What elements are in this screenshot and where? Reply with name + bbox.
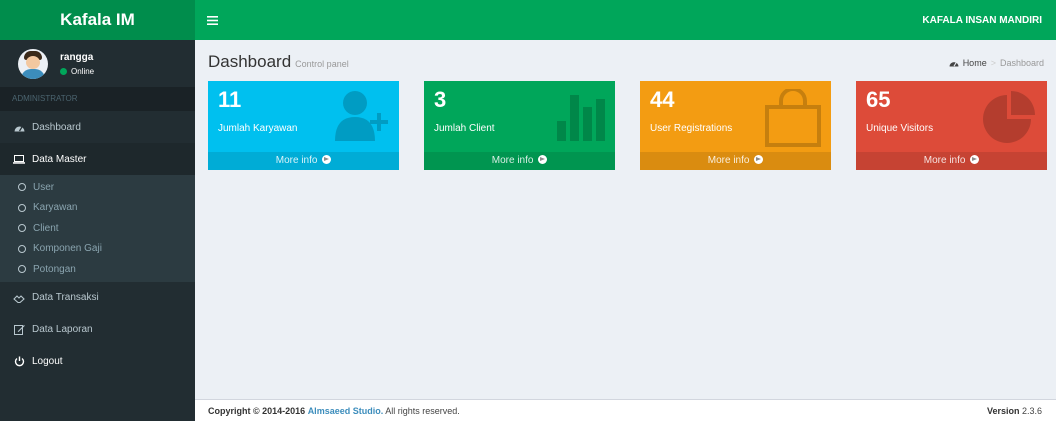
arrow-circle-right-icon	[538, 155, 548, 164]
sidebar-item-dashboard[interactable]: Dashboard	[0, 111, 195, 143]
circle-icon	[18, 224, 26, 233]
version-label: Version	[986, 405, 1020, 416]
company-name[interactable]: KAFALA INSAN MANDIRI	[922, 15, 1042, 26]
circle-icon	[18, 244, 26, 253]
sidebar-item-data-master[interactable]: Data Master	[0, 143, 195, 175]
handshake-icon	[12, 293, 26, 303]
sidebar-item-label: Data Master	[32, 153, 87, 165]
bars-icon	[207, 15, 218, 25]
more-info-label: More info	[923, 155, 966, 166]
submenu-data-master: User Karyawan Client Komponen Gaji Poton…	[0, 175, 195, 282]
pie-chart-icon	[983, 91, 1035, 143]
version-info: Version 2.3.6	[987, 406, 1042, 416]
bar-chart-icon	[557, 95, 605, 141]
shopping-bag-icon	[765, 89, 821, 147]
submenu-item-potongan[interactable]: Potongan	[0, 259, 195, 280]
more-info-link[interactable]: More info	[208, 152, 399, 170]
breadcrumb-home-link[interactable]: Home	[963, 58, 987, 68]
power-icon	[12, 356, 26, 367]
more-info-label: More info	[275, 155, 318, 166]
more-info-link[interactable]: More info	[640, 152, 831, 170]
sidebar-item-label: Data Transaksi	[32, 292, 99, 303]
rights-text: All rights reserved.	[385, 405, 460, 416]
stat-box-karyawan: 11 Jumlah Karyawan More info	[208, 81, 399, 170]
laptop-icon	[12, 154, 26, 164]
submenu-item-label: Komponen Gaji	[33, 243, 102, 255]
submenu-item-label: User	[33, 181, 55, 193]
page-subtitle: Control panel	[295, 59, 349, 69]
stat-box-client: 3 Jumlah Client More info	[424, 81, 615, 170]
user-name: rangga	[60, 51, 94, 63]
submenu-item-label: Karyawan	[33, 202, 78, 214]
sidebar-toggle-button[interactable]	[207, 13, 218, 28]
dashboard-icon	[12, 123, 26, 132]
app-logo[interactable]: Kafala IM	[0, 0, 195, 40]
sidebar: rangga Online ADMINISTRATOR Dashboard Da…	[0, 40, 195, 421]
sidebar-item-data-laporan[interactable]: Data Laporan	[0, 314, 195, 346]
top-navbar: KAFALA INSAN MANDIRI	[195, 0, 1056, 40]
submenu-item-label: Potongan	[33, 263, 76, 275]
dashboard-icon	[949, 62, 959, 67]
breadcrumb: Home > Dashboard	[949, 58, 1044, 68]
copyright-text: Copyright © 2014-2016 Almsaeed Studio. A…	[208, 406, 460, 416]
sidebar-section-header: ADMINISTRATOR	[0, 87, 195, 111]
sidebar-item-data-transaksi[interactable]: Data Transaksi	[0, 282, 195, 314]
submenu-item-label: Client	[33, 222, 59, 234]
breadcrumb-separator: >	[990, 58, 996, 68]
submenu-item-komponen-gaji[interactable]: Komponen Gaji	[0, 239, 195, 260]
stat-box-unique-visitors: 65 Unique Visitors More info	[856, 81, 1047, 170]
app-logo-text: Kafala IM	[60, 10, 135, 29]
sidebar-item-label: Dashboard	[32, 121, 81, 133]
more-info-link[interactable]: More info	[424, 152, 615, 170]
user-status-text: Online	[71, 66, 95, 76]
edit-icon	[12, 324, 26, 335]
more-info-label: More info	[491, 155, 534, 166]
user-status: Online	[60, 67, 94, 76]
circle-icon	[18, 203, 26, 212]
user-plus-icon	[335, 91, 388, 141]
sidebar-item-label: Data Laporan	[32, 324, 93, 335]
stat-box-user-registrations: 44 User Registrations More info	[640, 81, 831, 170]
sidebar-item-logout[interactable]: Logout	[0, 346, 195, 378]
sidebar-item-label: Logout	[32, 356, 63, 367]
more-info-link[interactable]: More info	[856, 152, 1047, 170]
main-footer: Copyright © 2014-2016 Almsaeed Studio. A…	[195, 399, 1056, 421]
circle-icon	[18, 265, 26, 274]
page-title-text: Dashboard	[208, 52, 292, 71]
version-number: 2.3.6	[1021, 405, 1042, 416]
user-panel: rangga Online	[0, 40, 195, 87]
submenu-item-client[interactable]: Client	[0, 218, 195, 239]
online-dot-icon	[60, 67, 67, 75]
arrow-circle-right-icon	[322, 155, 332, 164]
arrow-circle-right-icon	[754, 155, 764, 164]
more-info-label: More info	[707, 155, 750, 166]
arrow-circle-right-icon	[970, 155, 980, 164]
page-title: Dashboard Control panel	[208, 52, 349, 72]
breadcrumb-current: Dashboard	[999, 58, 1044, 68]
circle-icon	[18, 183, 26, 192]
company-link[interactable]: Almsaeed Studio.	[308, 406, 384, 416]
copyright-prefix: Copyright © 2014-2016	[208, 405, 306, 416]
avatar	[18, 48, 48, 79]
content-header: Dashboard Control panel Home > Dashboard	[208, 52, 1044, 74]
submenu-item-karyawan[interactable]: Karyawan	[0, 198, 195, 219]
submenu-item-user[interactable]: User	[0, 177, 195, 198]
